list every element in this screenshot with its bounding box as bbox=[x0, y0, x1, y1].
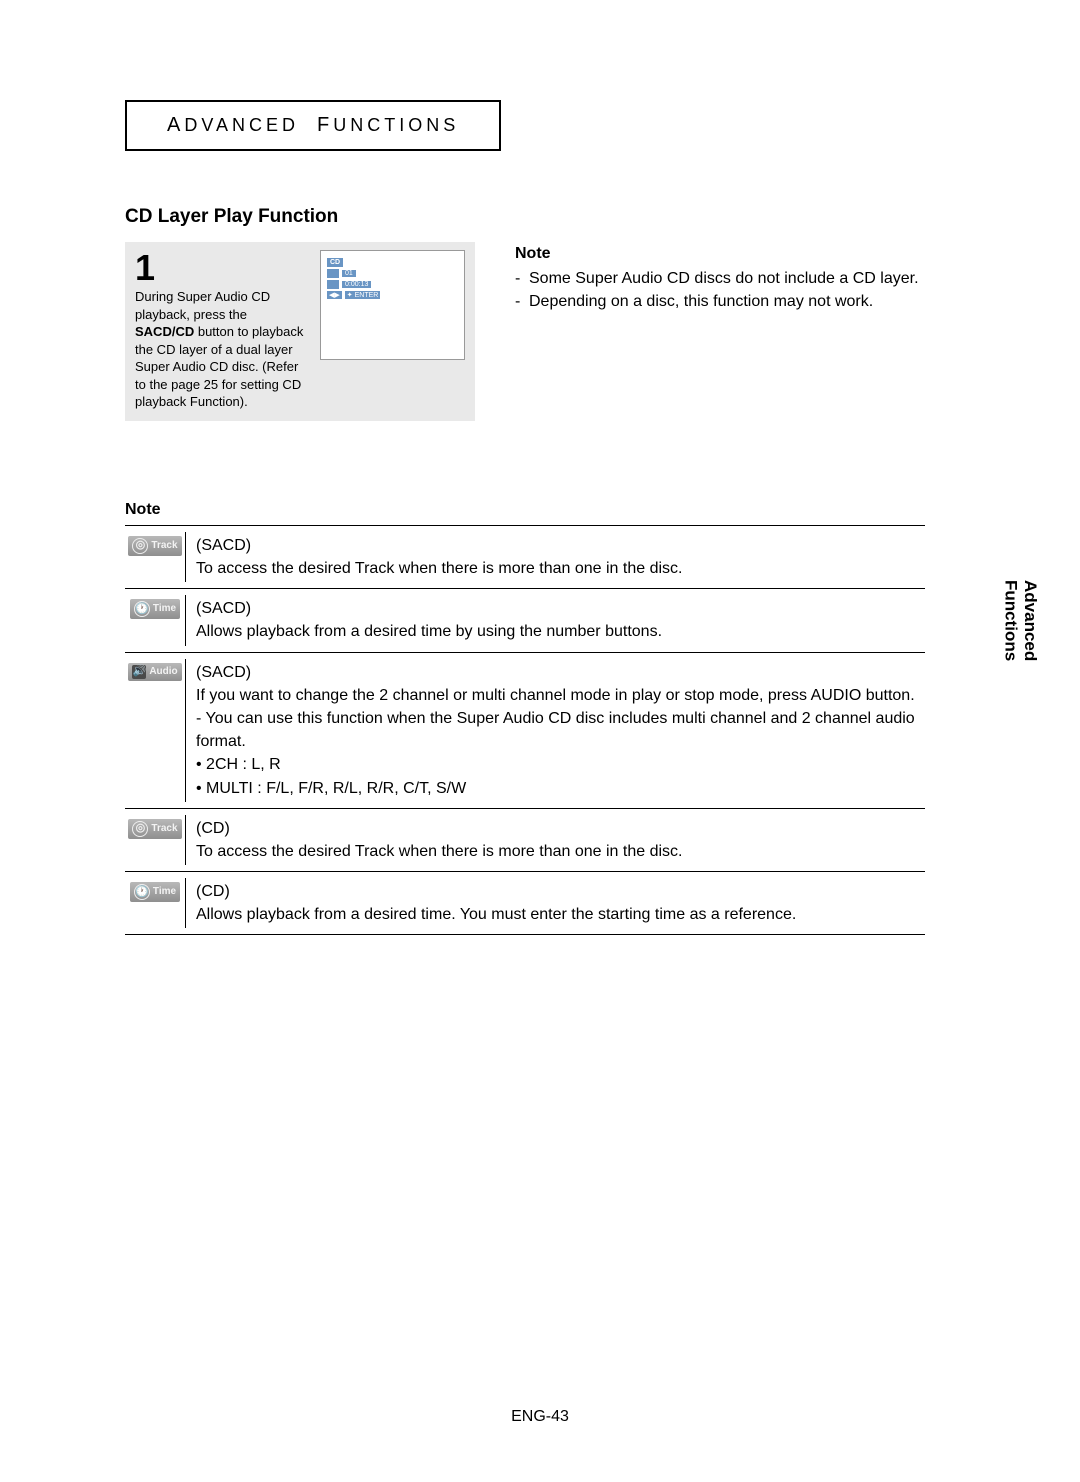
note-row-type: (CD) bbox=[196, 880, 796, 903]
icon-label: Time bbox=[153, 604, 176, 614]
screen-track-icon bbox=[327, 269, 339, 278]
icon-glyph: 🔊 bbox=[132, 665, 146, 679]
screen-time-icon bbox=[327, 280, 339, 289]
note-row-type: (SACD) bbox=[196, 534, 682, 557]
note-row-3: ◎ Track (CD) To access the desired Track… bbox=[125, 809, 925, 872]
step-text-pre: During Super Audio CD playback, press th… bbox=[135, 289, 270, 322]
chapter-text-advanced: DVANCED bbox=[184, 115, 299, 135]
section-title: CD Layer Play Function bbox=[125, 206, 990, 228]
icon-label: Audio bbox=[149, 667, 177, 677]
note-table: ◎ Track (SACD) To access the desired Tra… bbox=[125, 525, 925, 936]
icon-glyph: 🕐 bbox=[134, 884, 150, 900]
icon-glyph: ◎ bbox=[132, 821, 148, 837]
side-tab: Advanced Functions bbox=[1001, 580, 1040, 661]
screen-preview: CD 01 0:00:13 ◀▶ ✦ ENTER bbox=[320, 250, 465, 360]
icon-label: Track bbox=[151, 541, 177, 551]
side-tab-line2: Functions bbox=[1001, 580, 1020, 661]
note-row-1: 🕐 Time (SACD) Allows playback from a des… bbox=[125, 589, 925, 652]
right-note-item-1: Depending on a disc, this function may n… bbox=[529, 290, 873, 313]
step-number: 1 bbox=[135, 250, 305, 286]
note-row-4: 🕐 Time (CD) Allows playback from a desir… bbox=[125, 872, 925, 935]
icon-label: Time bbox=[153, 887, 176, 897]
screen-time-value: 0:00:13 bbox=[342, 281, 371, 288]
note-row-line-3: • MULTI : F/L, F/R, R/L, R/R, C/T, S/W bbox=[196, 777, 925, 800]
note-row-line-1: - You can use this function when the Sup… bbox=[196, 707, 925, 753]
note-row-line: To access the desired Track when there i… bbox=[196, 843, 682, 860]
right-note-block: Note -Some Super Audio CD discs do not i… bbox=[515, 242, 990, 314]
icon-label: Track bbox=[151, 824, 177, 834]
note-heading: Note bbox=[125, 501, 990, 519]
screen-enter: ✦ ENTER bbox=[345, 291, 381, 299]
step-box: 1 During Super Audio CD playback, press … bbox=[125, 242, 475, 421]
right-note-heading: Note bbox=[515, 242, 990, 265]
icon-glyph: 🕐 bbox=[134, 601, 150, 617]
chapter-text-functions: UNCTIONS bbox=[333, 115, 459, 135]
step-text: During Super Audio CD playback, press th… bbox=[135, 288, 305, 411]
step-text-bold: SACD/CD bbox=[135, 324, 194, 339]
screen-track-value: 01 bbox=[342, 270, 356, 277]
note-row-type: (SACD) bbox=[196, 661, 925, 684]
screen-arrows: ◀▶ bbox=[327, 291, 342, 299]
note-row-type: (CD) bbox=[196, 817, 682, 840]
note-row-line-0: If you want to change the 2 channel or m… bbox=[196, 684, 925, 707]
side-tab-line1: Advanced bbox=[1021, 580, 1040, 661]
note-row-line: To access the desired Track when there i… bbox=[196, 560, 682, 577]
page-number: ENG-43 bbox=[0, 1408, 1080, 1426]
note-row-0: ◎ Track (SACD) To access the desired Tra… bbox=[125, 526, 925, 589]
note-row-line-2: • 2CH : L, R bbox=[196, 753, 925, 776]
note-row-line: Allows playback from a desired time. You… bbox=[196, 906, 796, 923]
track-icon: ◎ Track bbox=[128, 819, 181, 839]
time-icon: 🕐 Time bbox=[130, 599, 180, 619]
time-icon: 🕐 Time bbox=[130, 882, 180, 902]
note-row-line: Allows playback from a desired time by u… bbox=[196, 623, 662, 640]
track-icon: ◎ Track bbox=[128, 536, 181, 556]
chapter-heading: ADVANCED FUNCTIONS bbox=[125, 100, 501, 151]
chapter-letter-a: A bbox=[167, 114, 184, 136]
icon-glyph: ◎ bbox=[132, 538, 148, 554]
right-note-item-0: Some Super Audio CD discs do not include… bbox=[529, 267, 919, 290]
note-row-2: 🔊 Audio (SACD) If you want to change the… bbox=[125, 653, 925, 809]
note-row-type: (SACD) bbox=[196, 597, 662, 620]
audio-icon: 🔊 Audio bbox=[128, 663, 181, 681]
screen-header: CD bbox=[327, 258, 343, 267]
chapter-letter-f: F bbox=[317, 114, 333, 136]
